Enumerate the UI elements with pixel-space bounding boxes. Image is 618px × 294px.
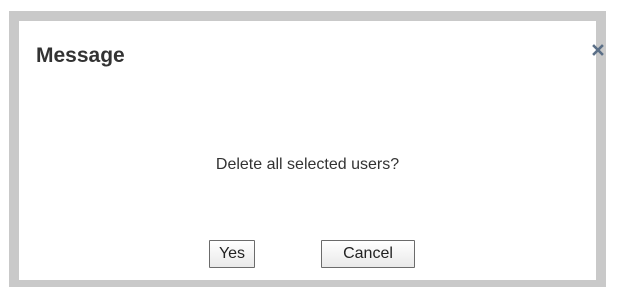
cancel-button[interactable]: Cancel (321, 240, 415, 268)
screen: Message Delete all selected users? Yes C… (0, 0, 618, 294)
dialog-title: Message (36, 44, 125, 67)
yes-button[interactable]: Yes (209, 240, 255, 268)
close-icon[interactable] (591, 43, 605, 57)
dialog-message: Delete all selected users? (215, 156, 400, 173)
message-dialog: Message Delete all selected users? Yes C… (9, 11, 606, 287)
